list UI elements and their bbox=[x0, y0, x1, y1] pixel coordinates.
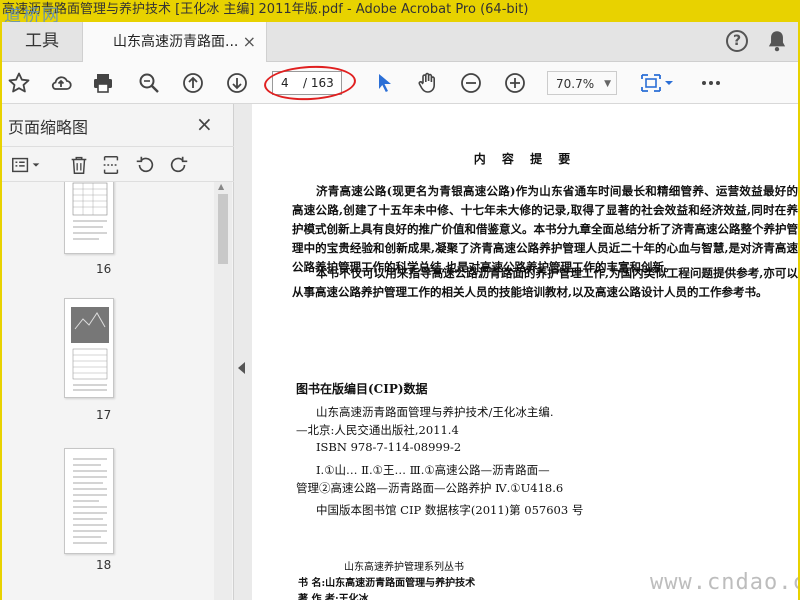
watermark-logo: 道桥网 bbox=[4, 6, 61, 22]
collapse-panel-handle[interactable] bbox=[234, 104, 252, 600]
summary-paragraph-2: 本书不仅可以用来指导高速公路沥青路面的养护管理工作,为国内类似工程问题提供参考,… bbox=[292, 266, 798, 299]
book-title-line: 书 名:山东高速沥青路面管理与养护技术 bbox=[298, 578, 476, 589]
scrollbar-thumb[interactable] bbox=[218, 194, 228, 264]
thumbnail-page[interactable] bbox=[64, 298, 114, 398]
title-bar: 高速沥青路面管理与养护技术 [王化冰 主编] 2011年版.pdf - Adob… bbox=[0, 0, 800, 22]
thumbnail-page[interactable] bbox=[64, 448, 114, 554]
insert-page-icon[interactable] bbox=[98, 153, 124, 177]
cip-line: 山东高速沥青路面管理与养护技术/王化冰主编. bbox=[316, 405, 554, 419]
thumbnail-list: 16 17 18 bbox=[2, 182, 214, 600]
tab-close-icon[interactable]: × bbox=[243, 22, 256, 62]
window-title: 高速沥青路面管理与养护技术 [王化冰 主编] 2011年版.pdf - Adob… bbox=[2, 2, 529, 17]
zoom-in-icon[interactable] bbox=[500, 68, 530, 98]
fit-dropdown-chevron-icon[interactable] bbox=[662, 68, 676, 98]
more-options-icon[interactable] bbox=[696, 68, 726, 98]
collapse-arrow-icon[interactable] bbox=[238, 362, 245, 374]
zoom-search-icon[interactable] bbox=[134, 68, 164, 98]
thumbnail-page[interactable] bbox=[64, 182, 114, 254]
options-chevron-icon[interactable] bbox=[30, 153, 42, 177]
cip-line: 管理②高速公路—沥青路面—公路养护 Ⅳ.①U418.6 bbox=[296, 481, 564, 495]
zoom-level-value: 70.7% bbox=[556, 77, 595, 91]
tab-tools[interactable]: 工具 bbox=[2, 22, 82, 62]
summary-paragraph-1: 济青高速公路(现更名为青银高速公路)作为山东省通车时间最长和精细管养、运营效益最… bbox=[292, 184, 798, 274]
cip-line: 中国版本图书馆 CIP 数据核字(2011)第 057603 号 bbox=[316, 503, 584, 517]
thumbnail-label: 18 bbox=[96, 558, 112, 572]
rotate-left-icon[interactable] bbox=[132, 153, 158, 177]
cip-line: ISBN 978-7-114-08999-2 bbox=[316, 440, 462, 454]
cip-title: 图书在版编目(CIP)数据 bbox=[296, 382, 428, 396]
panel-title: 页面缩略图 bbox=[8, 118, 89, 137]
document-viewer[interactable]: 内 容 提 要 济青高速公路(现更名为青银高速公路)作为山东省通车时间最长和精细… bbox=[252, 104, 798, 600]
document-page: 内 容 提 要 济青高速公路(现更名为青银高速公路)作为山东省通车时间最长和精细… bbox=[252, 104, 798, 600]
chevron-down-icon: ▼ bbox=[604, 79, 611, 89]
tab-document[interactable]: 山东高速沥青路面... × bbox=[82, 22, 267, 63]
thumbnail-scrollbar[interactable]: ▲ bbox=[214, 182, 232, 600]
panel-close-icon[interactable]: × bbox=[196, 112, 213, 136]
zoom-out-icon[interactable] bbox=[456, 68, 486, 98]
panel-toolbar bbox=[2, 146, 234, 182]
tab-document-label: 山东高速沥青路面... bbox=[113, 34, 239, 50]
series-title: 山东高速养护管理系列丛书 bbox=[344, 562, 464, 573]
zoom-level-select[interactable]: 70.7% ▼ bbox=[547, 71, 617, 95]
select-cursor-icon[interactable] bbox=[370, 68, 400, 98]
page-thumbnails-panel: 页面缩略图 × 16 17 18 ▲ bbox=[2, 104, 234, 600]
scroll-up-icon[interactable]: ▲ bbox=[218, 182, 224, 191]
tab-bar: 工具 山东高速沥青路面... × ? bbox=[2, 22, 798, 63]
cip-line: —北京:人民交通出版社,2011.4 bbox=[296, 423, 459, 437]
bell-icon[interactable] bbox=[764, 28, 790, 54]
red-annotation-ring bbox=[263, 63, 357, 103]
upload-cloud-icon[interactable] bbox=[46, 68, 76, 98]
cip-line: Ⅰ.①山… Ⅱ.①王… Ⅲ.①高速公路—沥青路面— bbox=[316, 463, 550, 477]
thumbnail-label: 17 bbox=[96, 408, 112, 422]
page-heading: 内 容 提 要 bbox=[473, 152, 577, 166]
print-icon[interactable] bbox=[88, 68, 118, 98]
previous-page-icon[interactable] bbox=[178, 68, 208, 98]
delete-page-icon[interactable] bbox=[66, 153, 92, 177]
bookmark-star-icon[interactable] bbox=[4, 68, 34, 98]
rotate-right-icon[interactable] bbox=[166, 153, 192, 177]
next-page-icon[interactable] bbox=[222, 68, 252, 98]
toolbar: 4 / 163 70.7% ▼ bbox=[2, 62, 798, 104]
site-watermark: www.cndao.com bbox=[650, 570, 798, 595]
hand-tool-icon[interactable] bbox=[412, 68, 442, 98]
author-line: 著 作 者:王化冰 bbox=[298, 594, 369, 600]
thumbnail-label: 16 bbox=[96, 262, 112, 276]
help-icon[interactable]: ? bbox=[726, 30, 748, 52]
